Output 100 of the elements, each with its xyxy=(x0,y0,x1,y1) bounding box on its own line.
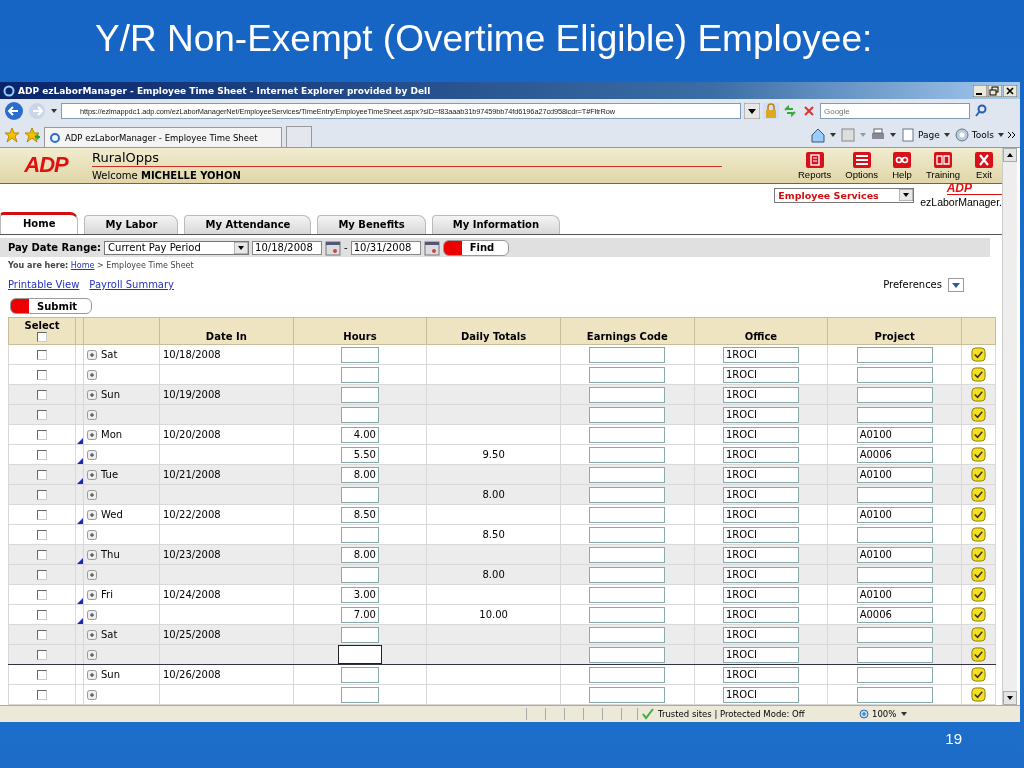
project-field[interactable]: A0100 xyxy=(856,586,933,603)
office-field[interactable]: 1ROCI xyxy=(722,446,799,463)
expand-icon[interactable] xyxy=(87,669,97,680)
select-all-checkbox[interactable] xyxy=(37,332,47,342)
nav-tab[interactable]: My Benefits xyxy=(317,214,426,234)
earnings-code-field[interactable] xyxy=(589,626,666,643)
nav-tab[interactable]: My Attendance xyxy=(184,214,312,234)
project-field[interactable] xyxy=(856,626,933,643)
edit-icon[interactable] xyxy=(971,687,986,702)
edit-icon[interactable] xyxy=(971,387,986,402)
calendar-icon[interactable] xyxy=(325,239,342,256)
edit-icon[interactable] xyxy=(971,427,986,442)
home-icon[interactable] xyxy=(810,127,827,143)
hours-field[interactable] xyxy=(341,666,379,683)
edit-icon[interactable] xyxy=(971,607,986,622)
project-field[interactable]: A0100 xyxy=(856,466,933,483)
office-field[interactable]: 1ROCI xyxy=(722,606,799,623)
toolbar-button[interactable]: Reports xyxy=(794,150,836,180)
range-select[interactable]: Current Pay Period xyxy=(104,240,250,255)
row-checkbox[interactable] xyxy=(37,490,47,500)
expand-icon[interactable] xyxy=(87,529,97,540)
row-checkbox[interactable] xyxy=(37,590,47,600)
office-field[interactable]: 1ROCI xyxy=(722,566,799,583)
edit-icon[interactable] xyxy=(971,347,986,362)
hours-field[interactable] xyxy=(341,346,379,363)
office-field[interactable]: 1ROCI xyxy=(722,386,799,403)
hours-field[interactable] xyxy=(341,686,379,703)
office-field[interactable]: 1ROCI xyxy=(722,686,799,703)
earnings-code-field[interactable] xyxy=(589,426,666,443)
office-field[interactable]: 1ROCI xyxy=(722,526,799,543)
earnings-code-field[interactable] xyxy=(589,386,666,403)
expand-icon[interactable] xyxy=(87,469,97,480)
close-icon[interactable] xyxy=(1003,84,1017,97)
earnings-code-field[interactable] xyxy=(589,346,666,363)
dropdown-arrow-icon[interactable] xyxy=(744,103,760,119)
project-field[interactable]: A0100 xyxy=(856,546,933,563)
hours-field[interactable] xyxy=(341,366,379,383)
office-field[interactable]: 1ROCI xyxy=(722,666,799,683)
command-button[interactable]: Page xyxy=(900,127,940,143)
project-field[interactable] xyxy=(856,666,933,683)
row-checkbox[interactable] xyxy=(37,430,47,440)
edit-icon[interactable] xyxy=(971,527,986,542)
hours-field[interactable] xyxy=(341,526,379,543)
project-field[interactable]: A0100 xyxy=(856,506,933,523)
search-field[interactable]: Google xyxy=(820,103,970,119)
edit-icon[interactable] xyxy=(971,467,986,482)
expand-icon[interactable] xyxy=(87,689,97,700)
project-field[interactable] xyxy=(856,406,933,423)
office-field[interactable]: 1ROCI xyxy=(722,626,799,643)
edit-icon[interactable] xyxy=(971,487,986,502)
search-icon[interactable] xyxy=(973,103,989,119)
project-field[interactable] xyxy=(856,346,933,363)
expand-icon[interactable] xyxy=(87,569,97,580)
project-field[interactable]: A0100 xyxy=(856,426,933,443)
page-link[interactable]: Printable View xyxy=(8,279,80,290)
expand-icon[interactable] xyxy=(87,489,97,500)
scrollbar[interactable] xyxy=(1002,148,1017,705)
back-icon[interactable] xyxy=(4,101,24,121)
office-field[interactable]: 1ROCI xyxy=(722,506,799,523)
earnings-code-field[interactable] xyxy=(589,506,666,523)
find-button[interactable]: Find xyxy=(442,239,510,256)
toolbar-button[interactable]: Options xyxy=(841,150,882,180)
expand-icon[interactable] xyxy=(87,649,97,660)
expand-icon[interactable] xyxy=(87,349,97,360)
expand-icon[interactable] xyxy=(87,609,97,620)
earnings-code-field[interactable] xyxy=(589,366,666,383)
office-field[interactable]: 1ROCI xyxy=(722,586,799,603)
hours-field[interactable]: 8.50 xyxy=(341,506,379,523)
earnings-code-field[interactable] xyxy=(589,566,666,583)
expand-icon[interactable] xyxy=(87,549,97,560)
expand-icon[interactable] xyxy=(87,429,97,440)
scroll-down-icon[interactable] xyxy=(1006,694,1014,702)
expand-icon[interactable] xyxy=(87,409,97,420)
edit-icon[interactable] xyxy=(971,547,986,562)
project-field[interactable]: A0006 xyxy=(856,446,933,463)
hours-field[interactable] xyxy=(338,645,382,664)
dropdown-arrow-icon[interactable] xyxy=(900,710,909,718)
edit-icon[interactable] xyxy=(971,567,986,582)
row-checkbox[interactable] xyxy=(37,470,47,480)
minimize-icon[interactable] xyxy=(973,84,987,97)
project-field[interactable] xyxy=(856,386,933,403)
row-checkbox[interactable] xyxy=(37,550,47,560)
edit-icon[interactable] xyxy=(971,647,986,662)
hours-field[interactable]: 5.50 xyxy=(341,446,379,463)
earnings-code-field[interactable] xyxy=(589,666,666,683)
dropdown-arrow-icon[interactable] xyxy=(889,131,898,139)
project-field[interactable] xyxy=(856,486,933,503)
row-checkbox[interactable] xyxy=(37,370,47,380)
project-field[interactable] xyxy=(856,566,933,583)
chevron-icon[interactable] xyxy=(1008,131,1016,139)
expand-icon[interactable] xyxy=(87,389,97,400)
service-select[interactable]: Employee Services xyxy=(774,187,915,203)
earnings-code-field[interactable] xyxy=(589,646,666,663)
hours-field[interactable] xyxy=(341,626,379,643)
edit-icon[interactable] xyxy=(971,367,986,382)
earnings-code-field[interactable] xyxy=(589,446,666,463)
earnings-code-field[interactable] xyxy=(589,546,666,563)
earnings-code-field[interactable] xyxy=(589,486,666,503)
hours-field[interactable] xyxy=(341,386,379,403)
hours-field[interactable]: 4.00 xyxy=(341,426,379,443)
